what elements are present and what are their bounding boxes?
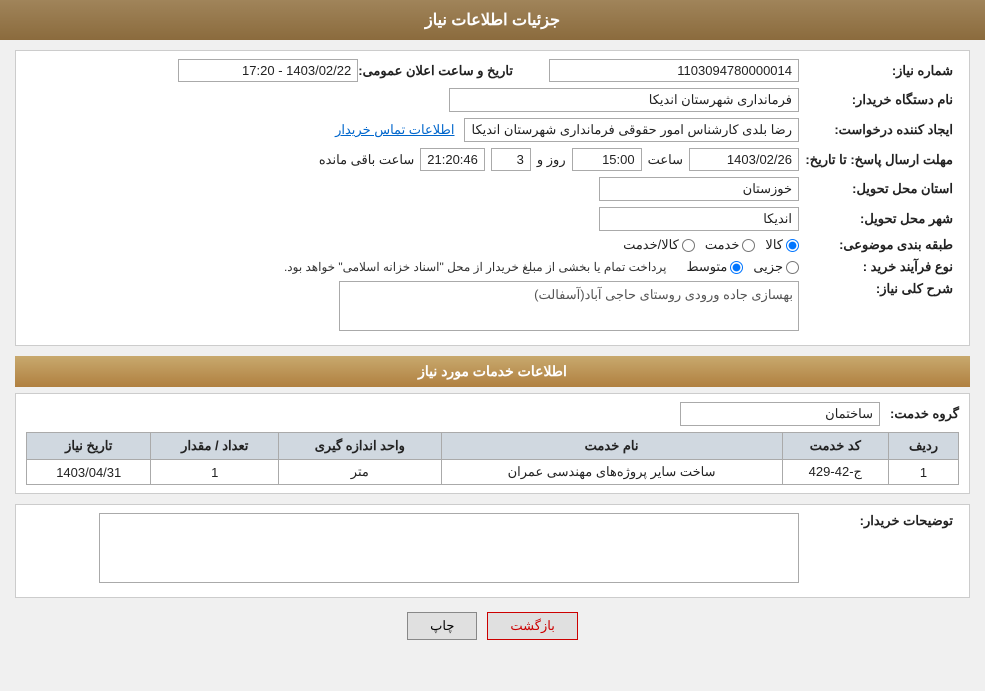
row-purchase-type: نوع فرآیند خرید : جزیی متوسط پرداخت تمام…: [26, 259, 959, 275]
description-value: بهسازی جاده ورودی روستای حاجی آباد(آسفال…: [339, 281, 799, 331]
row-description: شرح کلی نیاز: بهسازی جاده ورودی روستای ح…: [26, 281, 959, 331]
buyer-contact-link[interactable]: اطلاعات تماس خریدار: [335, 122, 454, 138]
back-button[interactable]: بازگشت: [487, 612, 577, 640]
th-quantity: تعداد / مقدار: [151, 433, 279, 460]
send-date-value: 1403/02/26: [689, 148, 799, 171]
cell-quantity: 1: [151, 460, 279, 485]
province-label: استان محل تحویل:: [799, 181, 959, 197]
th-row: ردیف: [889, 433, 959, 460]
services-block: گروه خدمت: ساختمان ردیف کد خدمت نام خدمت…: [15, 393, 970, 494]
purchase-radio-motovaset[interactable]: [730, 261, 743, 274]
category-kala-khedmat-label: کالا/خدمت: [623, 237, 679, 253]
purchase-jozi-label: جزیی: [753, 259, 783, 275]
description-label: شرح کلی نیاز:: [799, 281, 959, 297]
page-title: جزئیات اطلاعات نیاز: [425, 12, 560, 29]
category-option-khedmat: خدمت: [705, 237, 756, 253]
cell-unit: متر: [279, 460, 441, 485]
main-content: شماره نیاز: 1103094780000014 تاریخ و ساع…: [0, 50, 985, 640]
row-city: شهر محل تحویل: اندیکا: [26, 207, 959, 231]
page-wrapper: جزئیات اطلاعات نیاز شماره نیاز: 11030947…: [0, 0, 985, 691]
creator-value: رضا بلدی کارشناس امور حقوقی فرمانداری شه…: [464, 118, 799, 142]
category-label: طبقه بندی موضوعی:: [799, 237, 959, 253]
buttons-row: بازگشت چاپ: [15, 612, 970, 640]
need-number-value: 1103094780000014: [549, 59, 799, 82]
cell-date: 1403/04/31: [27, 460, 151, 485]
send-remain-value: 21:20:46: [420, 148, 485, 171]
service-table-header: ردیف کد خدمت نام خدمت واحد اندازه گیری ت…: [27, 433, 959, 460]
category-kala-label: کالا: [765, 237, 783, 253]
th-date: تاریخ نیاز: [27, 433, 151, 460]
category-radio-kala[interactable]: [786, 239, 799, 252]
announce-date-label: تاریخ و ساعت اعلان عمومی:: [358, 63, 519, 79]
category-radio-group: کالا خدمت کالا/خدمت: [623, 237, 799, 253]
category-option-kala-khedmat: کالا/خدمت: [623, 237, 695, 253]
buyer-description-label: توضیحات خریدار:: [799, 513, 959, 529]
category-radio-khedmat[interactable]: [742, 239, 755, 252]
info-block: شماره نیاز: 1103094780000014 تاریخ و ساع…: [15, 50, 970, 346]
row-category: طبقه بندی موضوعی: کالا خدمت کالا/خدمت: [26, 237, 959, 253]
send-days-label: روز و: [537, 152, 566, 168]
page-header: جزئیات اطلاعات نیاز: [0, 0, 985, 40]
cell-code: ج-42-429: [782, 460, 888, 485]
group-row: گروه خدمت: ساختمان: [26, 402, 959, 426]
category-khedmat-label: خدمت: [705, 237, 740, 253]
cell-row: 1: [889, 460, 959, 485]
buyer-org-label: نام دستگاه خریدار:: [799, 92, 959, 108]
purchase-radio-jozi[interactable]: [786, 261, 799, 274]
purchase-type-motovaset: متوسط: [686, 259, 743, 275]
row-province: استان محل تحویل: خوزستان: [26, 177, 959, 201]
th-name: نام خدمت: [441, 433, 782, 460]
row-need-number: شماره نیاز: 1103094780000014 تاریخ و ساع…: [26, 59, 959, 82]
announce-date-value: 1403/02/22 - 17:20: [178, 59, 358, 82]
row-buyer-org: نام دستگاه خریدار: فرمانداری شهرستان اند…: [26, 88, 959, 112]
row-creator: ایجاد کننده درخواست: رضا بلدی کارشناس ام…: [26, 118, 959, 142]
purchase-motovaset-label: متوسط: [686, 259, 727, 275]
purchase-type-radio-group: جزیی متوسط: [686, 259, 799, 275]
category-radio-kala-khedmat[interactable]: [682, 239, 695, 252]
buyer-description-input[interactable]: [99, 513, 799, 583]
category-option-kala: کالا: [765, 237, 799, 253]
print-button[interactable]: چاپ: [407, 612, 477, 640]
send-remain-label: ساعت باقی مانده: [319, 152, 414, 168]
buyer-org-value: فرمانداری شهرستان اندیکا: [449, 88, 799, 112]
row-buyer-description: توضیحات خریدار:: [26, 513, 959, 583]
send-time-value: 15:00: [572, 148, 642, 171]
city-label: شهر محل تحویل:: [799, 211, 959, 227]
cell-name: ساخت سایر پروژه‌های مهندسی عمران: [441, 460, 782, 485]
service-table: ردیف کد خدمت نام خدمت واحد اندازه گیری ت…: [26, 432, 959, 485]
services-section-title: اطلاعات خدمات مورد نیاز: [15, 356, 970, 387]
city-value: اندیکا: [599, 207, 799, 231]
service-table-body: 1 ج-42-429 ساخت سایر پروژه‌های مهندسی عم…: [27, 460, 959, 485]
buyer-description-block: توضیحات خریدار:: [15, 504, 970, 598]
table-row: 1 ج-42-429 ساخت سایر پروژه‌های مهندسی عم…: [27, 460, 959, 485]
creator-label: ایجاد کننده درخواست:: [799, 122, 959, 138]
group-label: گروه خدمت:: [890, 406, 959, 422]
need-number-label: شماره نیاز:: [799, 63, 959, 79]
send-deadline-label: مهلت ارسال پاسخ: تا تاریخ:: [799, 152, 959, 168]
row-send-deadline: مهلت ارسال پاسخ: تا تاریخ: 1403/02/26 سا…: [26, 148, 959, 171]
purchase-type-jozi: جزیی: [753, 259, 799, 275]
send-days-value: 3: [491, 148, 531, 171]
th-unit: واحد اندازه گیری: [279, 433, 441, 460]
province-value: خوزستان: [599, 177, 799, 201]
purchase-type-label: نوع فرآیند خرید :: [799, 259, 959, 275]
group-value: ساختمان: [680, 402, 880, 426]
th-code: کد خدمت: [782, 433, 888, 460]
purchase-type-notice: پرداخت تمام یا بخشی از مبلغ خریدار از مح…: [284, 260, 667, 274]
send-time-label: ساعت: [648, 152, 683, 168]
